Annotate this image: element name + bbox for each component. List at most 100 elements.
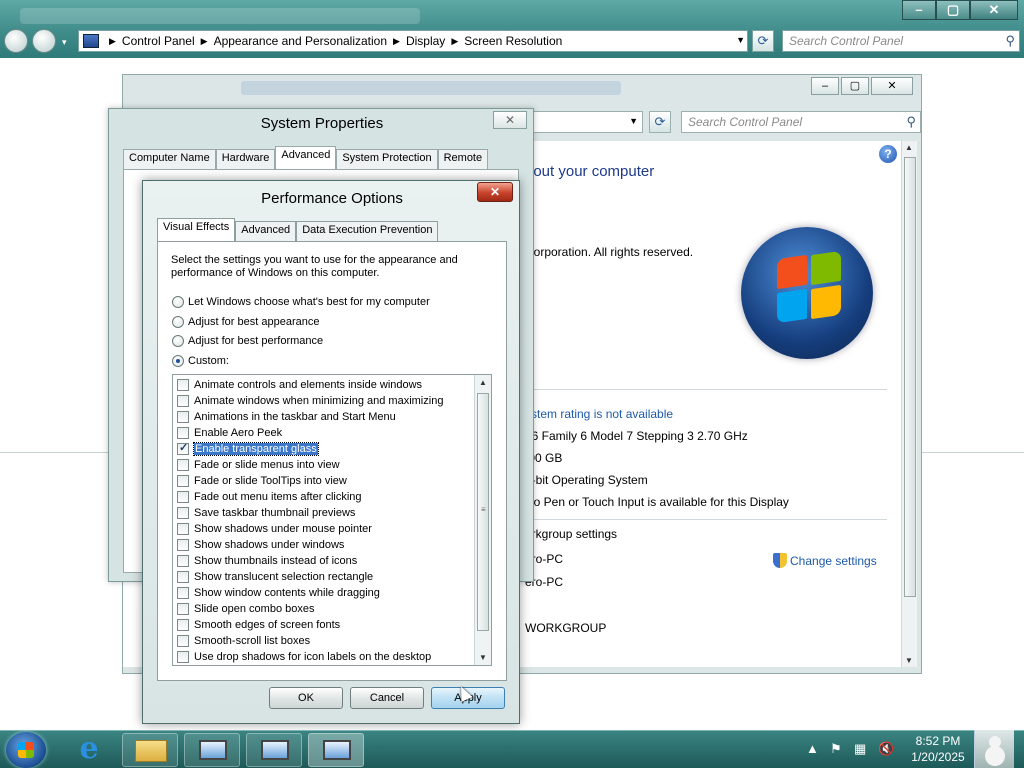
list-item[interactable]: Show thumbnails instead of icons: [177, 553, 357, 569]
search-input[interactable]: Search Control Panel ⚲: [782, 30, 1020, 52]
checkbox[interactable]: [177, 603, 189, 615]
start-orb-icon[interactable]: [6, 732, 46, 768]
list-item[interactable]: Fade or slide ToolTips into view: [177, 473, 347, 489]
checkbox[interactable]: [177, 441, 189, 455]
address-dropdown-icon[interactable]: ▼: [629, 116, 638, 126]
speaker-muted-icon[interactable]: 🔇: [878, 741, 894, 757]
checkbox[interactable]: [177, 459, 189, 471]
refresh-icon[interactable]: ⟳: [752, 30, 774, 52]
list-item[interactable]: Save taskbar thumbnail previews: [177, 505, 355, 521]
checkbox[interactable]: [177, 427, 189, 439]
tab-data-execution-prevention[interactable]: Data Execution Prevention: [296, 221, 439, 241]
breadcrumb-appearance[interactable]: Appearance and Personalization: [214, 34, 387, 48]
show-hidden-icons[interactable]: ▲: [806, 741, 819, 756]
refresh-icon[interactable]: ⟳: [649, 111, 671, 133]
maximize-button[interactable]: ▢: [936, 0, 970, 20]
list-item[interactable]: Smooth-scroll list boxes: [177, 633, 310, 649]
address-bar[interactable]: ▼: [533, 111, 643, 133]
checkbox[interactable]: [177, 475, 189, 487]
search-input[interactable]: Search Control Panel ⚲: [681, 111, 921, 133]
checkbox[interactable]: [177, 539, 189, 551]
close-button[interactable]: ✕: [477, 182, 513, 202]
tab-hardware[interactable]: Hardware: [215, 149, 276, 169]
scroll-thumb[interactable]: ≡: [477, 393, 489, 631]
radio-button[interactable]: [172, 355, 184, 367]
address-dropdown-icon[interactable]: ▼: [736, 35, 745, 45]
list-item[interactable]: Show window contents while dragging: [177, 585, 380, 601]
close-button[interactable]: ✕: [871, 77, 913, 95]
list-item[interactable]: Smooth edges of screen fonts: [177, 617, 340, 633]
scroll-thumb[interactable]: [904, 157, 916, 597]
minimize-button[interactable]: –: [902, 0, 936, 20]
list-item[interactable]: Use drop shadows for icon labels on the …: [177, 649, 431, 665]
change-settings-link[interactable]: Change settings: [773, 553, 877, 568]
recent-pages-icon[interactable]: ▾: [62, 37, 72, 47]
scroll-down-icon[interactable]: ▼: [905, 656, 913, 665]
breadcrumb-screen-resolution[interactable]: Screen Resolution: [464, 34, 562, 48]
tab-advanced[interactable]: Advanced: [235, 221, 297, 241]
system-scrollbar[interactable]: ▲ ▼: [901, 141, 917, 667]
checkbox[interactable]: [177, 395, 189, 407]
forward-icon[interactable]: [32, 29, 56, 53]
list-item[interactable]: Animations in the taskbar and Start Menu: [177, 409, 396, 425]
cancel-button[interactable]: Cancel: [350, 687, 424, 709]
tab-visual-effects[interactable]: Visual Effects: [157, 218, 236, 241]
ok-button[interactable]: OK: [269, 687, 343, 709]
scroll-up-icon[interactable]: ▲: [905, 143, 913, 152]
close-button[interactable]: ✕: [970, 0, 1018, 20]
taskbar-control-panel-button[interactable]: [246, 733, 302, 767]
list-item[interactable]: Slide open combo boxes: [177, 601, 314, 617]
radio-custom[interactable]: Custom:: [172, 355, 229, 367]
help-icon[interactable]: ?: [879, 145, 897, 163]
taskbar-system-button[interactable]: [308, 733, 364, 767]
user-icon[interactable]: [974, 730, 1014, 768]
back-icon[interactable]: [4, 29, 28, 53]
checkbox[interactable]: [177, 635, 189, 647]
radio-button[interactable]: [172, 335, 184, 347]
radio-best-performance[interactable]: Adjust for best performance: [172, 335, 323, 347]
breadcrumb-display[interactable]: Display: [406, 34, 445, 48]
list-item[interactable]: Fade out menu items after clicking: [177, 489, 362, 505]
radio-button[interactable]: [172, 296, 184, 308]
taskbar-clock[interactable]: 8:52 PM 1/20/2025: [900, 733, 976, 765]
checkbox[interactable]: [177, 571, 189, 583]
checkbox[interactable]: [177, 555, 189, 567]
flag-icon[interactable]: ⚑: [830, 741, 842, 757]
breadcrumb-control-panel[interactable]: Control Panel: [122, 34, 195, 48]
list-item[interactable]: Fade or slide menus into view: [177, 457, 340, 473]
list-item[interactable]: Show translucent selection rectangle: [177, 569, 373, 585]
search-icon[interactable]: ⚲: [1005, 33, 1015, 49]
scroll-up-icon[interactable]: ▲: [479, 378, 487, 387]
search-icon[interactable]: ⚲: [906, 114, 916, 130]
taskbar-explorer-button[interactable]: [122, 733, 178, 767]
visual-effects-list[interactable]: Animate controls and elements inside win…: [172, 374, 492, 666]
checkbox[interactable]: [177, 411, 189, 423]
checkbox[interactable]: [177, 587, 189, 599]
radio-let-windows-choose[interactable]: Let Windows choose what's best for my co…: [172, 296, 430, 308]
checkbox[interactable]: [177, 379, 189, 391]
list-item[interactable]: Enable Aero Peek: [177, 425, 282, 441]
network-icon[interactable]: ▦: [854, 741, 866, 757]
address-bar[interactable]: ▶ Control Panel ▶ Appearance and Persona…: [78, 30, 748, 52]
tab-system-protection[interactable]: System Protection: [336, 149, 438, 169]
list-item[interactable]: Show shadows under windows: [177, 537, 344, 553]
close-button[interactable]: ✕: [493, 111, 527, 129]
list-item[interactable]: Enable transparent glass: [177, 441, 319, 457]
list-scrollbar[interactable]: ▲ ≡ ▼: [474, 375, 491, 665]
checkbox[interactable]: [177, 507, 189, 519]
maximize-button[interactable]: ▢: [841, 77, 869, 95]
minimize-button[interactable]: –: [811, 77, 839, 95]
radio-button[interactable]: [172, 316, 184, 328]
tab-advanced[interactable]: Advanced: [275, 146, 337, 169]
scroll-down-icon[interactable]: ▼: [479, 653, 487, 662]
checkbox[interactable]: [177, 491, 189, 503]
taskbar-app-button[interactable]: [184, 733, 240, 767]
internet-explorer-icon[interactable]: e: [72, 734, 106, 765]
tab-remote[interactable]: Remote: [437, 149, 489, 169]
list-item[interactable]: Animate windows when minimizing and maxi…: [177, 393, 443, 409]
checkbox[interactable]: [177, 523, 189, 535]
checkbox[interactable]: [177, 619, 189, 631]
list-item[interactable]: Animate controls and elements inside win…: [177, 377, 422, 393]
system-rating-link[interactable]: ystem rating is not available: [525, 407, 673, 421]
radio-best-appearance[interactable]: Adjust for best appearance: [172, 316, 319, 328]
